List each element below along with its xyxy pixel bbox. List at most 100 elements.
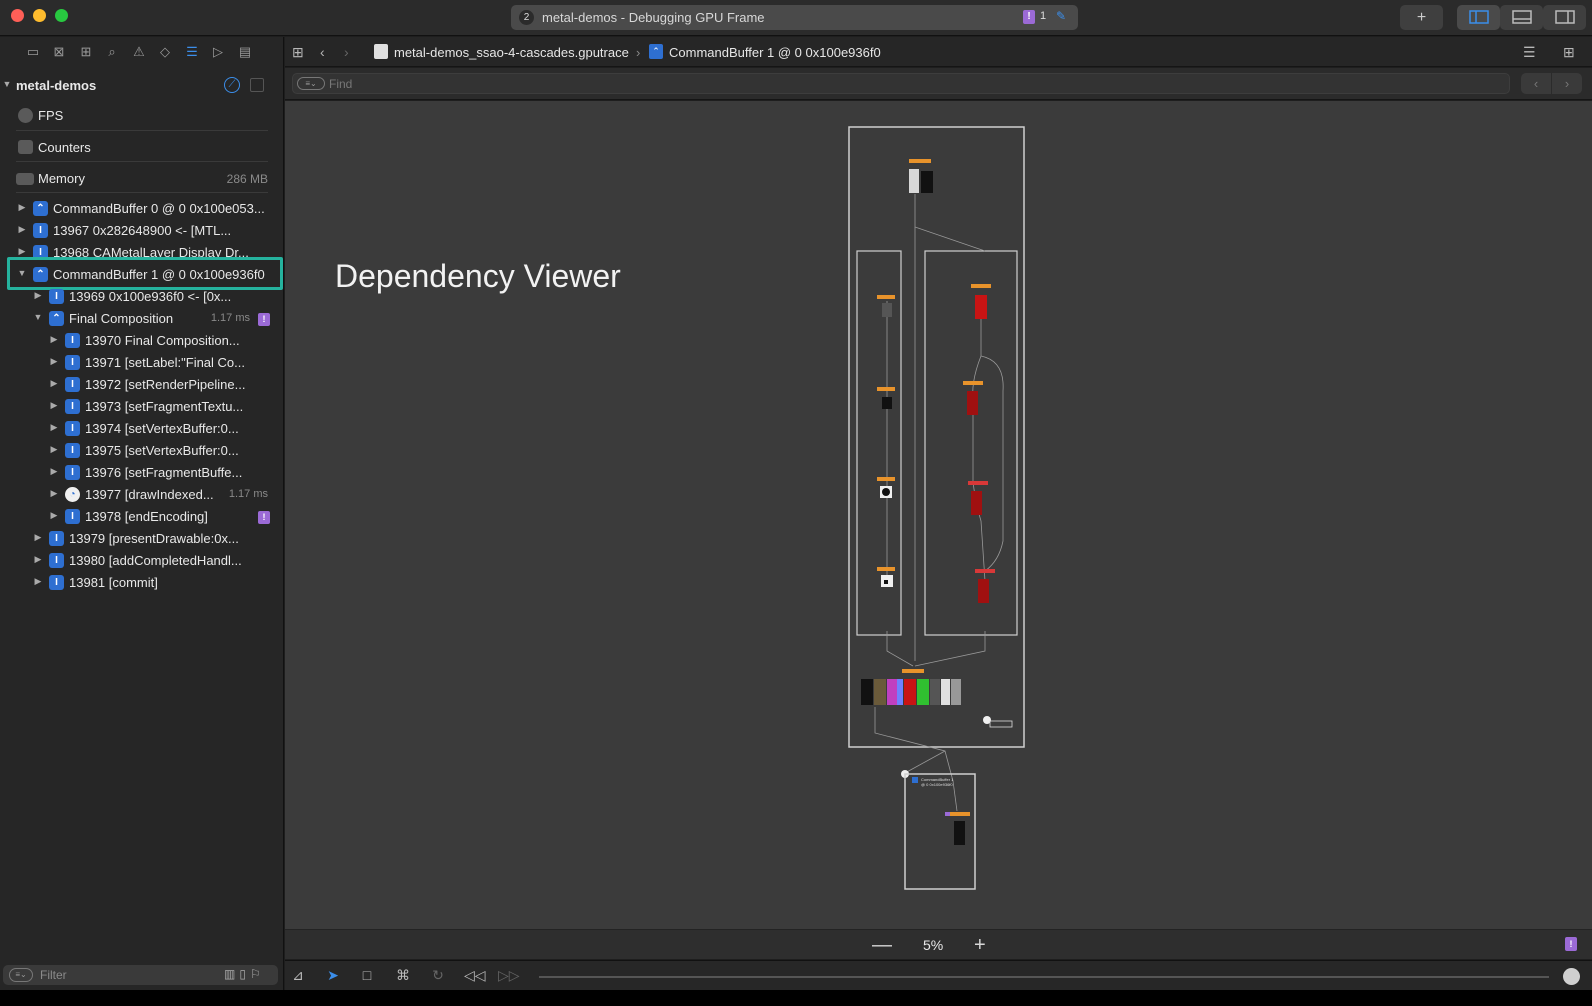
disclosure-open-icon[interactable]: ▼ bbox=[2, 79, 12, 89]
warning-icon[interactable]: ⚠ bbox=[131, 44, 147, 60]
search-icon[interactable]: ⌕ bbox=[104, 44, 120, 60]
graph-node[interactable] bbox=[989, 720, 1013, 728]
graph-node-label[interactable] bbox=[909, 159, 931, 163]
timeline-scrubber[interactable] bbox=[539, 976, 1549, 978]
gpu-frame-icon[interactable]: ⌘ bbox=[394, 967, 412, 984]
tree-row[interactable]: ▶ I 13976 [setFragmentBuffe... bbox=[0, 462, 284, 484]
folder-icon[interactable]: ▭ bbox=[25, 44, 41, 60]
source-control-icon[interactable]: ⊠ bbox=[51, 44, 67, 60]
minimize-window-button[interactable] bbox=[33, 9, 46, 22]
texture-thumbnail[interactable] bbox=[954, 821, 965, 845]
graph-node-label[interactable] bbox=[877, 387, 895, 391]
forward-icon[interactable]: › bbox=[344, 44, 349, 60]
reload-icon[interactable]: ↻ bbox=[429, 967, 447, 984]
step-forward-icon[interactable]: ▷▷ bbox=[498, 967, 520, 984]
tree-row[interactable]: ▶ I 13970 Final Composition... bbox=[0, 330, 284, 352]
texture-thumbnail[interactable] bbox=[882, 488, 890, 496]
graph-node-label[interactable] bbox=[950, 812, 970, 816]
filter-field[interactable]: ≡⌄ Filter ▥▯⚐ bbox=[3, 965, 278, 985]
breadcrumb-buffer[interactable]: CommandBuffer 1 @ 0 0x100e936f0 bbox=[669, 45, 881, 60]
texture-thumbnail[interactable] bbox=[921, 171, 933, 193]
texture-thumbnail[interactable] bbox=[941, 679, 950, 705]
hide-debug-area-icon[interactable]: ⊿ bbox=[289, 967, 307, 984]
zoom-in-button[interactable]: + bbox=[974, 934, 986, 957]
texture-thumbnail[interactable] bbox=[897, 679, 903, 705]
texture-thumbnail[interactable] bbox=[909, 169, 919, 193]
tree-row[interactable]: ▶ ◔ 13977 [drawIndexed... 1.17 ms bbox=[0, 484, 284, 506]
navigator-toggle-button[interactable] bbox=[1457, 5, 1500, 30]
zoom-window-button[interactable] bbox=[55, 9, 68, 22]
editor-options-icon[interactable]: ☰ bbox=[1523, 44, 1536, 61]
tree-row[interactable]: ▶ I 13975 [setVertexBuffer:0... bbox=[0, 440, 284, 462]
filter-icon[interactable]: ≡⌄ bbox=[9, 968, 33, 982]
texture-thumbnail[interactable] bbox=[874, 679, 886, 705]
issue-icon[interactable]: ! bbox=[258, 313, 270, 326]
disclosure-closed-icon[interactable]: ▶ bbox=[33, 532, 43, 543]
breakpoint-icon[interactable]: ▷ bbox=[210, 44, 226, 60]
find-options-icon[interactable]: ≡⌄ bbox=[297, 77, 325, 90]
find-input[interactable]: ≡⌄ Find bbox=[292, 73, 1510, 94]
breakpoints-toggle-icon[interactable]: ➤ bbox=[324, 967, 342, 984]
disclosure-closed-icon[interactable]: ▶ bbox=[49, 356, 59, 367]
sidebar-item-memory[interactable]: Memory 286 MB bbox=[0, 168, 284, 190]
graph-node-label[interactable] bbox=[877, 295, 895, 299]
texture-thumbnail[interactable] bbox=[930, 679, 940, 705]
disclosure-closed-icon[interactable]: ▶ bbox=[49, 510, 59, 521]
texture-thumbnail[interactable] bbox=[951, 679, 961, 705]
issue-icon[interactable]: ! bbox=[1023, 10, 1035, 24]
find-previous-button[interactable]: ‹ bbox=[1521, 73, 1551, 94]
step-back-icon[interactable]: ◁◁ bbox=[464, 967, 486, 984]
sidebar-item-fps[interactable]: FPS bbox=[0, 105, 284, 127]
disclosure-closed-icon[interactable]: ▶ bbox=[17, 246, 27, 257]
graph-node-label[interactable] bbox=[968, 481, 988, 485]
texture-thumbnail[interactable] bbox=[917, 679, 929, 705]
tree-row[interactable]: ▶ I 13969 0x100e936f0 <- [0x... bbox=[0, 286, 284, 308]
scrubber-handle[interactable] bbox=[1563, 968, 1580, 985]
disclosure-closed-icon[interactable]: ▶ bbox=[17, 202, 27, 213]
disclosure-open-icon[interactable]: ▼ bbox=[33, 312, 43, 322]
back-icon[interactable]: ‹ bbox=[320, 44, 325, 60]
tree-row[interactable]: ▶ I 13979 [presentDrawable:0x... bbox=[0, 528, 284, 550]
texture-thumbnail[interactable] bbox=[887, 679, 897, 705]
disclosure-closed-icon[interactable]: ▶ bbox=[33, 290, 43, 301]
tree-row[interactable]: ▶ I 13973 [setFragmentTextu... bbox=[0, 396, 284, 418]
root-process-row[interactable]: ▼ metal-demos ⟋ bbox=[0, 75, 284, 97]
tree-row[interactable]: ▶ I 13972 [setRenderPipeline... bbox=[0, 374, 284, 396]
texture-thumbnail[interactable] bbox=[971, 491, 982, 515]
disclosure-closed-icon[interactable]: ▶ bbox=[49, 334, 59, 345]
symbol-icon[interactable]: ⊞ bbox=[78, 44, 94, 60]
graph-node-label[interactable] bbox=[945, 812, 950, 816]
tree-row[interactable]: ▶ I 13971 [setLabel:"Final Co... bbox=[0, 352, 284, 374]
wrench-icon[interactable]: ✎ bbox=[1056, 9, 1066, 23]
dependency-viewer-canvas[interactable]: Dependency Viewer CommandBuffer 1 @ 0 0x… bbox=[285, 101, 1592, 929]
graph-node-label[interactable] bbox=[877, 567, 895, 571]
issue-icon[interactable]: ! bbox=[258, 511, 270, 524]
tree-row[interactable]: ▼ ⌃ Final Composition 1.17 ms ! bbox=[0, 308, 284, 330]
breadcrumb-file[interactable]: metal-demos_ssao-4-cascades.gputrace bbox=[394, 45, 629, 60]
tree-row[interactable]: ▶ I 13981 [commit] bbox=[0, 572, 284, 594]
texture-thumbnail[interactable] bbox=[904, 679, 916, 705]
disclosure-closed-icon[interactable]: ▶ bbox=[17, 224, 27, 235]
close-window-button[interactable] bbox=[11, 9, 24, 22]
tree-row[interactable]: ▶ ⌃ CommandBuffer 0 @ 0 0x100e053... bbox=[0, 198, 284, 220]
disclosure-closed-icon[interactable]: ▶ bbox=[49, 400, 59, 411]
graph-node-label[interactable] bbox=[963, 381, 983, 385]
texture-thumbnail[interactable] bbox=[884, 580, 888, 584]
issue-icon[interactable]: ! bbox=[1565, 937, 1577, 951]
zoom-out-button[interactable]: — bbox=[872, 934, 892, 957]
disclosure-closed-icon[interactable]: ▶ bbox=[49, 444, 59, 455]
graph-node-label[interactable] bbox=[902, 669, 924, 673]
graph-node-label[interactable] bbox=[971, 284, 991, 288]
test-icon[interactable]: ◇ bbox=[157, 44, 173, 60]
filter-options[interactable]: ▥▯⚐ bbox=[224, 967, 265, 981]
texture-thumbnail[interactable] bbox=[978, 579, 989, 603]
texture-thumbnail[interactable] bbox=[967, 391, 978, 415]
disclosure-closed-icon[interactable]: ▶ bbox=[49, 378, 59, 389]
disclosure-closed-icon[interactable]: ▶ bbox=[49, 466, 59, 477]
inspector-toggle-button[interactable] bbox=[1543, 5, 1586, 30]
disclosure-closed-icon[interactable]: ▶ bbox=[33, 554, 43, 565]
sidebar-item-counters[interactable]: Counters bbox=[0, 137, 284, 159]
stop-icon[interactable]: □ bbox=[358, 967, 376, 983]
disclosure-closed-icon[interactable]: ▶ bbox=[49, 422, 59, 433]
gauge-icon[interactable]: ⟋ bbox=[224, 77, 240, 93]
